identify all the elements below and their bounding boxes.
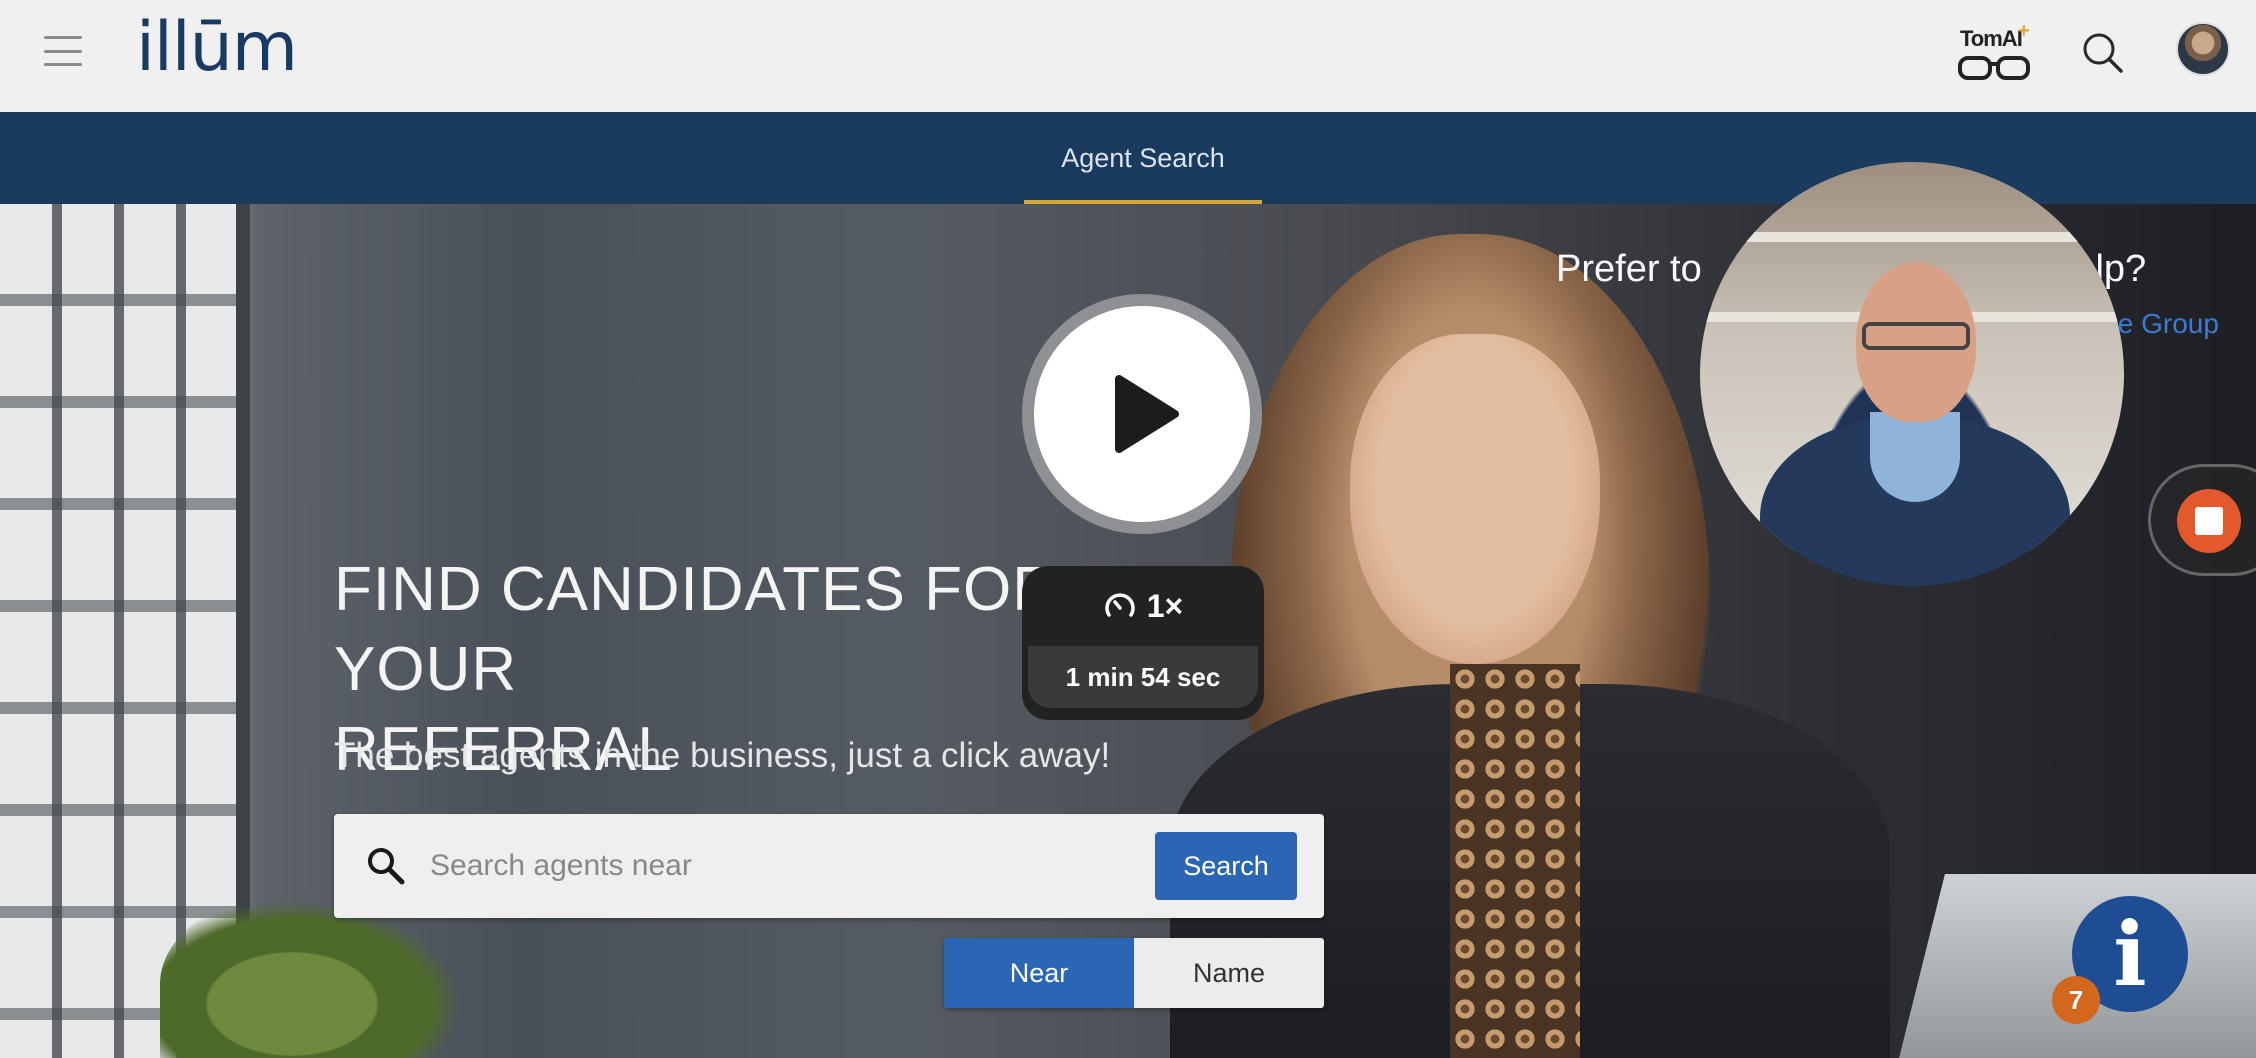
user-avatar[interactable] — [2176, 22, 2230, 76]
speedometer-icon — [1105, 593, 1135, 617]
search-agents-input[interactable] — [430, 836, 1160, 896]
toggle-near-button[interactable]: Near — [944, 938, 1134, 1008]
shelf — [1700, 232, 2124, 242]
tomai-button[interactable]: TomAI + — [1956, 20, 2032, 82]
search-icon[interactable] — [2082, 32, 2124, 74]
help-title-left: Prefer to — [1556, 248, 1702, 290]
video-duration: 1 min 54 sec — [1028, 646, 1258, 708]
hero-subtitle: The best agents in the business, just a … — [334, 736, 1111, 775]
presenter-glasses — [1862, 322, 1970, 350]
glasses-icon — [1958, 56, 2030, 80]
toggle-name-button[interactable]: Name — [1134, 938, 1324, 1008]
top-bar: illūm TomAI + — [0, 0, 2256, 112]
scarf-image — [1450, 664, 1580, 1058]
search-mode-toggle: Near Name — [944, 938, 1324, 1008]
presenter-webcam-bubble[interactable] — [1700, 162, 2124, 586]
search-icon — [368, 848, 405, 885]
agent-search-box: Search — [334, 814, 1324, 918]
hero-title-line1: FIND CANDIDATES FOR YOUR — [334, 555, 1058, 704]
stop-icon — [2195, 507, 2223, 535]
help-link[interactable]: te Group — [2110, 308, 2219, 340]
stop-recording-button[interactable] — [2177, 489, 2241, 553]
playback-speed-value: 1× — [1146, 587, 1184, 624]
presenter-shirt — [1870, 412, 1960, 502]
notification-badge: 7 — [2052, 976, 2100, 1024]
play-button[interactable] — [1022, 294, 1262, 534]
play-icon — [1115, 375, 1179, 453]
tab-agent-search[interactable]: Agent Search — [1024, 112, 1262, 204]
playback-panel: 1× 1 min 54 sec — [1022, 566, 1264, 720]
woman-face-image — [1350, 334, 1600, 664]
playback-speed-button[interactable]: 1× — [1022, 566, 1264, 646]
search-button[interactable]: Search — [1155, 832, 1297, 900]
hamburger-menu-icon[interactable] — [44, 36, 82, 66]
recording-control — [2148, 464, 2256, 576]
illum-logo[interactable]: illūm — [136, 14, 298, 82]
